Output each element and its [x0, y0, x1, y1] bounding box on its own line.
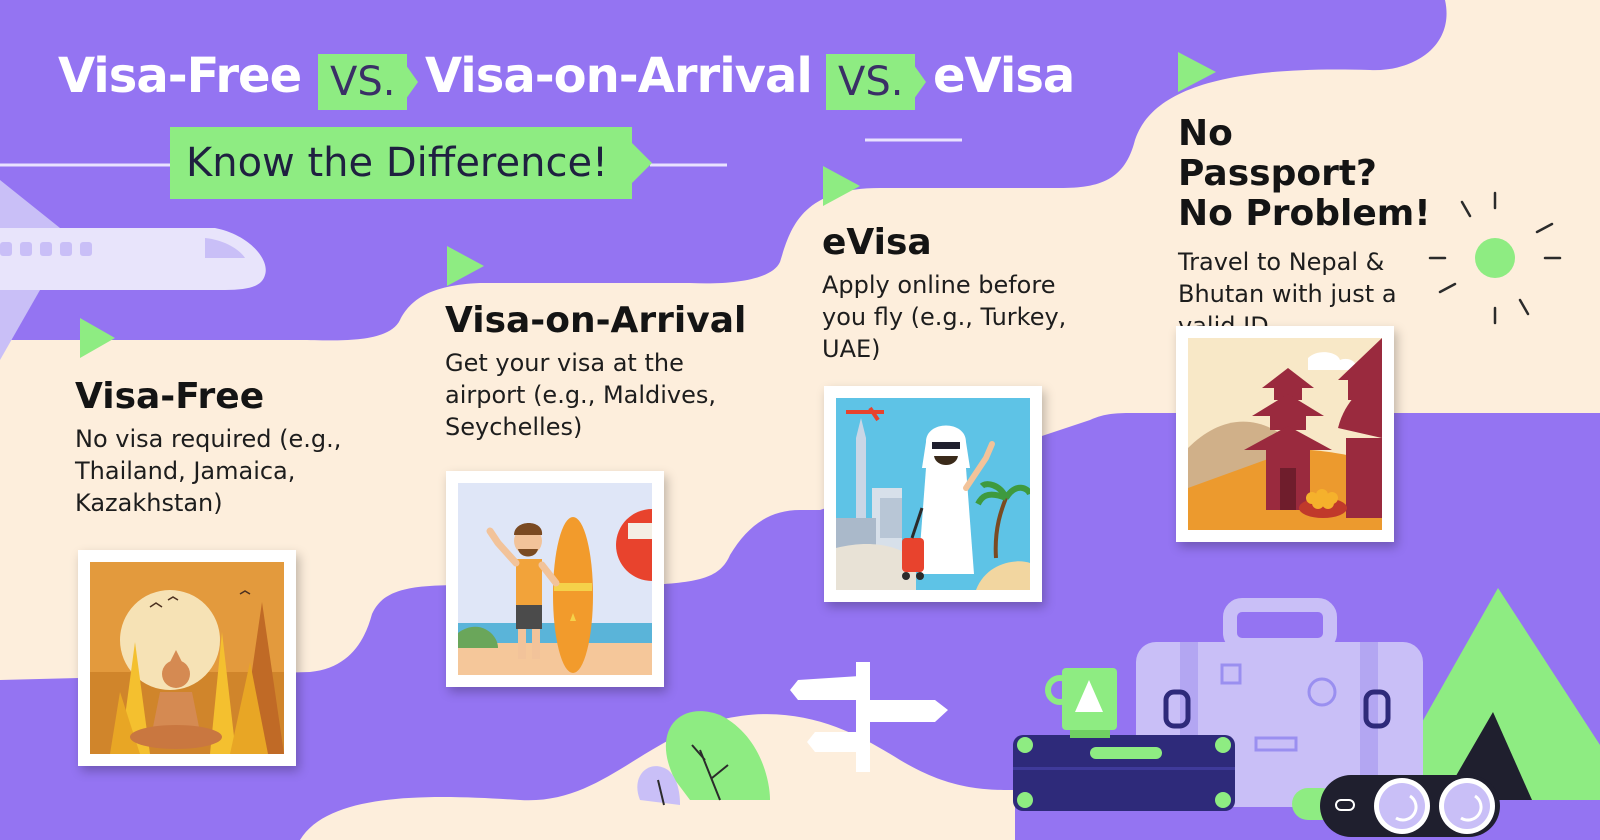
section-description: Get your visa at the airport (e.g., Mald…: [445, 349, 717, 441]
section-title: No Passport? No Problem!: [1178, 113, 1431, 234]
title-evisa: eVisa: [933, 48, 1075, 104]
traveler-illustration: [836, 398, 1030, 590]
title-visa-free: Visa-Free: [58, 48, 302, 104]
section-no-passport: No Passport? No Problem! Travel to Nepal…: [1178, 114, 1448, 342]
section-visa-on-arrival: Visa-on-Arrival Get your visa at the air…: [445, 300, 755, 443]
photo-beach-surfer: [446, 471, 664, 687]
title-visa-on-arrival: Visa-on-Arrival: [425, 48, 813, 104]
section-title: Visa-on-Arrival: [445, 300, 747, 341]
section-evisa: eVisa Apply online before you fly (e.g.,…: [822, 222, 1092, 365]
vs-tag: VS.: [826, 54, 916, 110]
infographic: Visa-Free VS. Visa-on-Arrival VS. eVisa …: [0, 0, 1600, 840]
vs-tag-arrow: [398, 54, 418, 110]
surfer-illustration: [458, 483, 652, 675]
vs-tag-arrow: [906, 54, 926, 110]
photo-evisa-traveler: [824, 386, 1042, 602]
section-title: eVisa: [822, 222, 932, 263]
section-title: Visa-Free: [75, 376, 265, 417]
section-description: Apply online before you fly (e.g., Turke…: [822, 271, 1067, 363]
subtitle-banner: Know the Difference!: [170, 127, 632, 199]
section-visa-free: Visa-Free No visa required (e.g., Thaila…: [75, 376, 375, 519]
section-description: No visa required (e.g., Thailand, Jamaic…: [75, 425, 342, 517]
photo-thai-temple: [78, 550, 296, 766]
subtitle-banner-arrow: [616, 127, 652, 199]
vs-tag: VS.: [318, 54, 408, 110]
pagoda-illustration: [1188, 338, 1382, 530]
buddha-temple-illustration: [90, 562, 284, 754]
photo-nepal-pagoda: [1176, 326, 1394, 542]
